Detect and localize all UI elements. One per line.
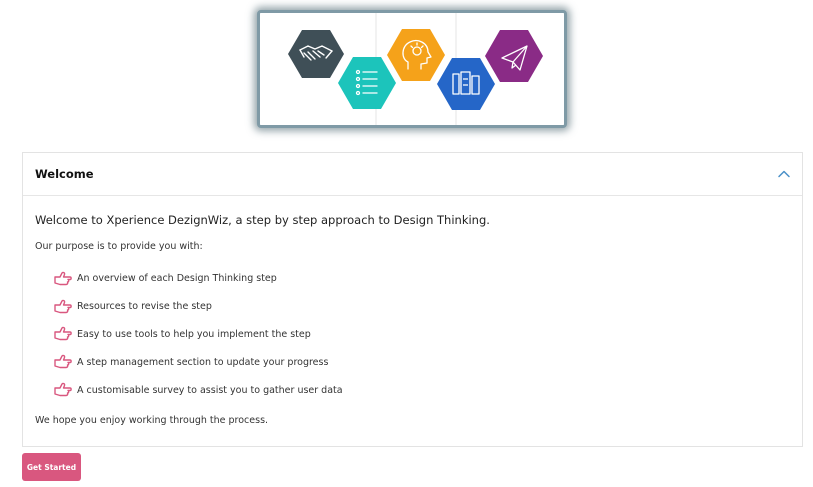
chevron-up-icon[interactable] [777,169,791,179]
get-started-button[interactable]: Get Started [22,453,81,481]
intro-text: Welcome to Xperience DezignWiz, a step b… [35,213,490,227]
list-item-label: Resources to revise the step [77,301,212,313]
closing-text: We hope you enjoy working through the pr… [35,415,269,426]
list-item-label: An overview of each Design Thinking step [77,273,277,285]
welcome-panel-header[interactable]: Welcome [23,153,802,196]
panel-title: Welcome [35,167,94,181]
list-item: Easy to use tools to help you implement … [53,321,343,349]
pointing-hand-icon [54,382,72,397]
list-item: A step management section to update your… [53,348,343,376]
list-item: A customisable survey to assist you to g… [53,376,343,404]
feature-list: An overview of each Design Thinking step… [53,265,343,404]
pointing-hand-icon [54,299,72,313]
list-item-label: Easy to use tools to help you implement … [77,328,311,340]
pointing-hand-icon [54,355,72,369]
list-item-label: A customisable survey to assist you to g… [77,384,343,396]
purpose-text: Our purpose is to provide you with: [35,241,203,252]
banner-image [257,10,567,128]
pointing-hand-icon [54,271,72,286]
list-item: An overview of each Design Thinking step [53,265,343,293]
list-item-label: A step management section to update your… [77,356,329,368]
pointing-hand-icon [54,327,72,341]
welcome-panel: Welcome Welcome to Xperience DezignWiz, … [22,152,803,447]
list-item: Resources to revise the step [53,293,343,321]
